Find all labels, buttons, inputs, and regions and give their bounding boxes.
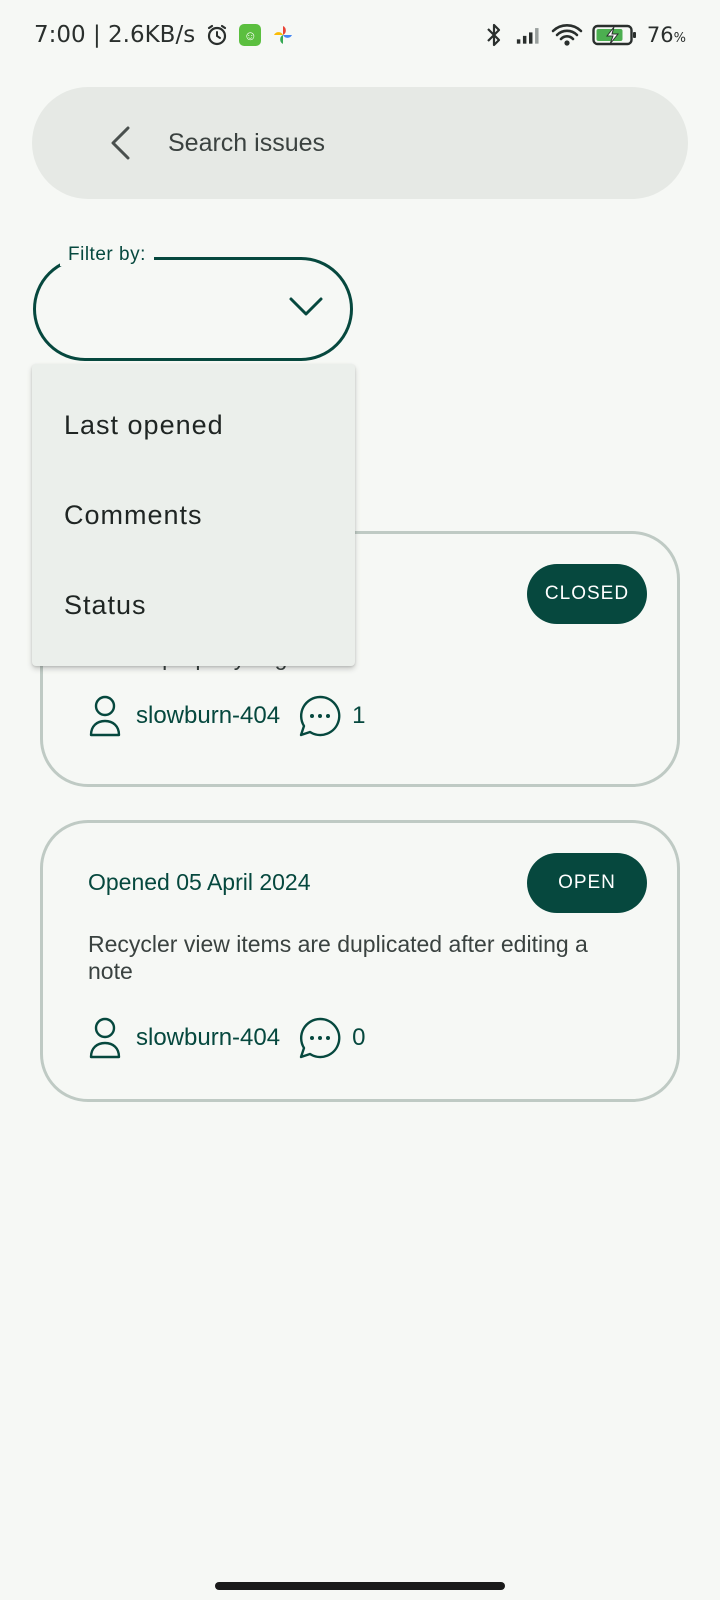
menu-item-comments[interactable]: Comments [32,470,355,560]
status-badge: OPEN [527,853,647,913]
chevron-down-icon[interactable] [288,294,324,320]
menu-item-last-opened[interactable]: Last opened [32,380,355,470]
status-bar-left: 7:00 | 2.6KB/s ☺ [34,22,296,48]
comment-icon [299,695,341,737]
battery-charging-icon [592,22,638,48]
comment-icon [299,1017,341,1059]
issue-title: Recycler view items are duplicated after… [88,931,588,984]
signal-icon [516,22,542,48]
status-time: 7:00 | 2.6KB/s [34,22,196,48]
issue-card[interactable]: Opened 05 April 2024 OPEN Recycler view … [40,820,680,1102]
user-icon [89,1017,121,1059]
status-badge: CLOSED [527,564,647,624]
filter-dropdown[interactable]: Filter by: [33,244,353,361]
comment-count: 1 [352,702,366,729]
issue-date: Opened 05 April 2024 [88,869,311,895]
app-notification-icon: ☺ [239,24,262,46]
back-arrow-icon [111,126,130,160]
issue-meta: slowburn-404 0 [88,1016,365,1060]
alarm-icon [204,22,230,48]
battery-level: 76% [646,23,686,47]
wifi-icon [551,22,583,48]
filter-menu: Last opened Comments Status [32,364,355,666]
bluetooth-icon [481,22,507,48]
menu-item-status[interactable]: Status [32,560,355,650]
search-bar[interactable] [32,87,688,199]
issue-meta: slowburn-404 1 [88,694,365,738]
issue-author: slowburn-404 [136,1024,281,1051]
pinwheel-icon [270,22,296,48]
search-input[interactable] [168,128,628,158]
home-indicator[interactable] [215,1582,505,1590]
status-bar-right: 76% [481,22,686,48]
user-icon [89,695,121,737]
status-bar: 7:00 | 2.6KB/s ☺ 76% [0,0,720,70]
screen: 7:00 | 2.6KB/s ☺ 76% Search issues Filte… [0,0,720,1600]
issue-author: slowburn-404 [136,702,281,729]
filter-label: Filter by: [60,244,154,266]
comment-count: 0 [352,1024,366,1051]
back-button[interactable] [96,119,144,167]
